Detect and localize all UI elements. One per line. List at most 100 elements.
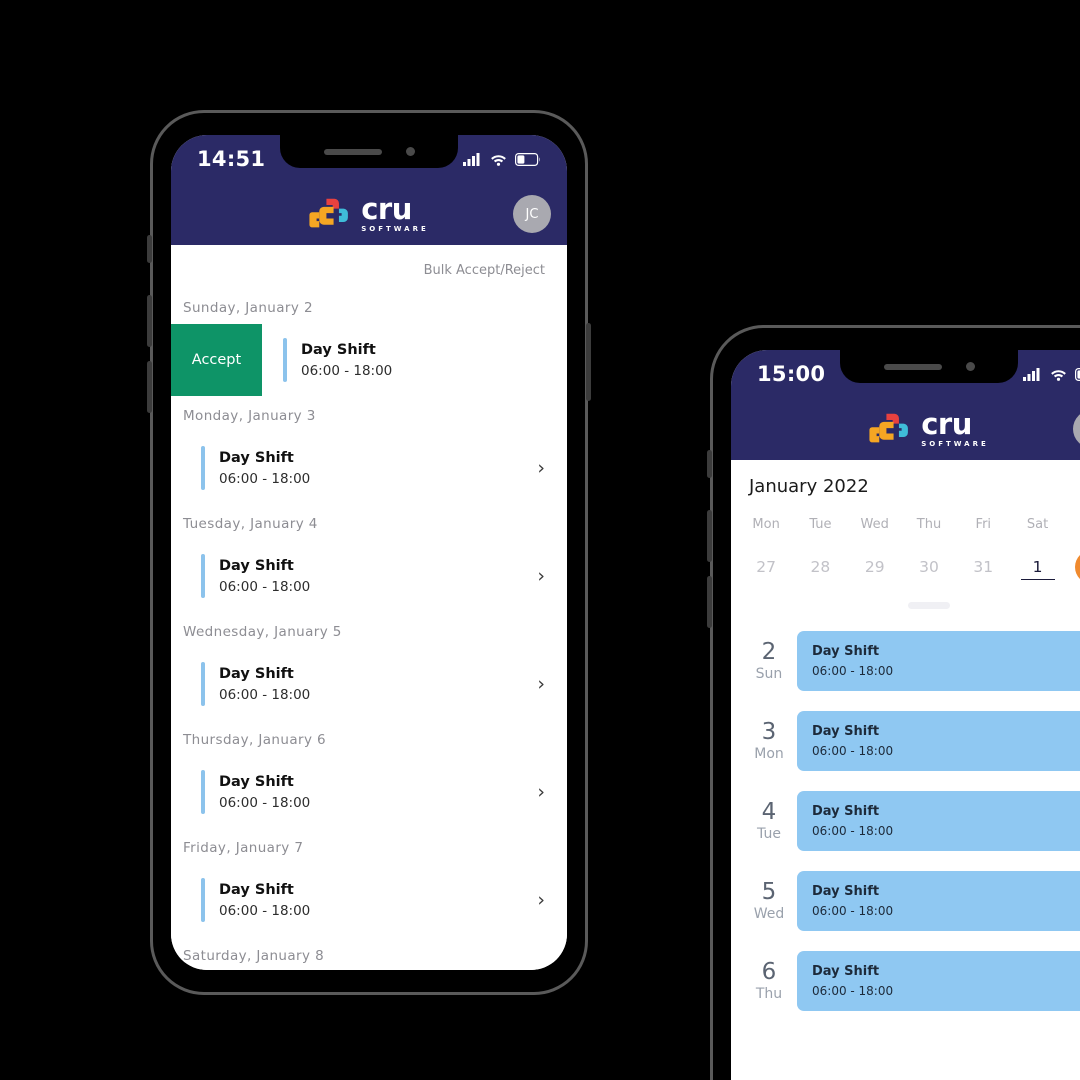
cru-tagline-2: SOFTWARE: [921, 440, 989, 448]
volume-down-button-2[interactable]: [707, 576, 712, 628]
offer-row[interactable]: Day Shift 06:00 - 18:00 ›: [171, 540, 567, 612]
chevron-right-icon[interactable]: ›: [537, 565, 567, 587]
volume-down-button[interactable]: [147, 361, 152, 413]
calendar-date-number[interactable]: 29: [858, 550, 892, 584]
shift-accent-bar: [201, 662, 205, 706]
shift-name: Day Shift: [219, 773, 294, 790]
front-camera-2: [965, 362, 975, 371]
shift-card[interactable]: Day Shift 06:00 - 18:00: [797, 631, 1080, 691]
calendar-date-cell[interactable]: 29: [848, 548, 902, 586]
shift-card[interactable]: Day Shift 06:00 - 18:00: [797, 711, 1080, 771]
agenda-row[interactable]: 4 Tue Day Shift 06:00 - 18:00: [731, 791, 1080, 851]
chevron-right-icon[interactable]: ›: [537, 673, 567, 695]
agenda-date: 3 Mon: [741, 720, 797, 762]
calendar-date-cell[interactable]: 28: [793, 548, 847, 586]
bulk-accept-reject-button[interactable]: Bulk Accept/Reject: [424, 263, 545, 278]
offer-day-label: Friday, January 7: [183, 840, 304, 856]
calendar-date-cell[interactable]: 2: [1065, 548, 1080, 586]
phone-screen-roster: 15:00 cru SOFTWARE January 2022 Mon Tue …: [731, 350, 1080, 1080]
calendar-date-number[interactable]: 27: [749, 550, 783, 584]
wifi-icon: [491, 154, 506, 166]
cru-logo-2: cru SOFTWARE: [869, 410, 989, 448]
weekday-name: Tue: [809, 517, 832, 532]
wifi-icon-2: [1051, 369, 1066, 381]
shift-card-time: 06:00 - 18:00: [812, 664, 894, 678]
shift-texts: Day Shift 06:00 - 18:00: [219, 882, 310, 919]
power-button[interactable]: [586, 323, 591, 401]
agenda-row[interactable]: 3 Mon Day Shift 06:00 - 18:00: [731, 711, 1080, 771]
volume-up-button[interactable]: [147, 295, 152, 347]
status-time-2: 15:00: [757, 362, 826, 386]
calendar-date-cell[interactable]: 27: [739, 548, 793, 586]
agenda-row[interactable]: 5 Wed Day Shift 06:00 - 18:00: [731, 871, 1080, 931]
weekday-name: Wed: [860, 517, 889, 532]
agenda-day-name: Thu: [755, 985, 783, 1002]
offer-day-group: Sunday, January 2 Accept Day Shift 06:00 - …: [171, 288, 567, 396]
offer-row[interactable]: Day Shift 06:00 - 18:00 ›: [171, 432, 567, 504]
offer-day-group: Thursday, January 6 Day Shift 06:00 - 18:0…: [171, 720, 567, 828]
offer-day-label: Saturday, January 8: [183, 948, 325, 964]
calendar-date-number[interactable]: 1: [1020, 555, 1055, 580]
offer-row-body: Day Shift 06:00 - 18:00 ›: [171, 756, 567, 828]
earpiece-speaker-2: [883, 363, 942, 370]
shift-name: Day Shift: [219, 665, 294, 682]
chevron-right-icon[interactable]: ›: [537, 781, 567, 803]
offer-day-label: Monday, January 3: [183, 408, 316, 424]
calendar-date-number[interactable]: 31: [966, 550, 1000, 584]
shift-card-title: Day Shift: [812, 644, 880, 659]
cru-logo-mark-icon: [309, 198, 349, 228]
agenda-day-number: 4: [761, 799, 777, 826]
shift-card[interactable]: Day Shift 06:00 - 18:00: [797, 871, 1080, 931]
app-header-2: cru SOFTWARE JC: [731, 398, 1080, 460]
weekday-name: Fri: [975, 517, 992, 532]
offer-day-label: Sunday, January 2: [183, 300, 313, 316]
agenda-row[interactable]: 6 Thu Day Shift 06:00 - 18:00: [731, 951, 1080, 1011]
cru-tagline: SOFTWARE: [361, 225, 429, 233]
offer-row[interactable]: Day Shift 06:00 - 18:00 ›: [171, 864, 567, 936]
offer-row[interactable]: Day Shift 06:00 - 18:00 ›: [171, 756, 567, 828]
screenshot-stage: 14:51 cru SOFTWARE JC Bulk Accept/Reject…: [0, 0, 1080, 1080]
calendar-date-number[interactable]: 28: [803, 550, 837, 584]
mute-switch-button[interactable]: [147, 235, 152, 263]
chevron-right-icon[interactable]: ›: [537, 889, 567, 911]
volume-up-button-2[interactable]: [707, 510, 712, 562]
chevron-right-icon[interactable]: ›: [537, 457, 567, 479]
month-title: January 2022: [749, 476, 869, 497]
offer-day-group: Saturday, January 8: [171, 936, 567, 970]
cru-logo-text-2: cru SOFTWARE: [921, 410, 989, 448]
shift-time: 06:00 - 18:00: [219, 902, 311, 919]
calendar-drag-handle[interactable]: [908, 602, 950, 609]
shift-card[interactable]: Day Shift 06:00 - 18:00: [797, 951, 1080, 1011]
agenda-day-name: Tue: [757, 825, 781, 842]
avatar-2[interactable]: JC: [1073, 410, 1080, 448]
calendar-date-selected[interactable]: 2: [1074, 550, 1080, 584]
shift-name: Day Shift: [301, 341, 376, 358]
offer-row-body: Day Shift 06:00 - 18:00 ›: [171, 648, 567, 720]
bulk-action-row: Bulk Accept/Reject: [171, 245, 567, 288]
week-dates-row: 27 28 29 30 31 12: [731, 548, 1080, 586]
calendar-date-number[interactable]: 30: [912, 550, 946, 584]
calendar-date-cell[interactable]: 31: [956, 548, 1010, 586]
shift-name: Day Shift: [219, 557, 294, 574]
shift-texts: Day Shift 06:00 - 18:00: [219, 558, 310, 595]
shift-time: 06:00 - 18:00: [219, 578, 311, 595]
calendar-date-cell[interactable]: 1: [1010, 548, 1064, 586]
shift-card-time: 06:00 - 18:00: [812, 984, 894, 998]
accept-button[interactable]: Accept: [171, 324, 262, 396]
weekday-name: Mon: [752, 517, 780, 532]
shift-card-title: Day Shift: [812, 964, 880, 979]
avatar[interactable]: JC: [513, 195, 551, 233]
offer-day-label: Tuesday, January 4: [183, 516, 318, 532]
mute-switch-button-2[interactable]: [707, 450, 712, 478]
phone-device-offers: 14:51 cru SOFTWARE JC Bulk Accept/Reject…: [147, 110, 591, 995]
agenda-row[interactable]: 2 Sun Day Shift 06:00 - 18:00: [731, 631, 1080, 691]
offer-row[interactable]: Accept Day Shift 06:00 - 18:00: [171, 324, 567, 396]
agenda-day-number: 6: [761, 959, 777, 986]
offer-row-body: Day Shift 06:00 - 18:00 ›: [171, 540, 567, 612]
weekday-header-row: Mon Tue Wed Thu Fri Sat Sun: [731, 517, 1080, 532]
phone-screen-offers: 14:51 cru SOFTWARE JC Bulk Accept/Reject…: [171, 135, 567, 970]
shift-card[interactable]: Day Shift 06:00 - 18:00: [797, 791, 1080, 851]
offer-row[interactable]: Day Shift 06:00 - 18:00 ›: [171, 648, 567, 720]
calendar-date-cell[interactable]: 30: [902, 548, 956, 586]
offer-row-body: Day Shift 06:00 - 18:00 ›: [171, 864, 567, 936]
